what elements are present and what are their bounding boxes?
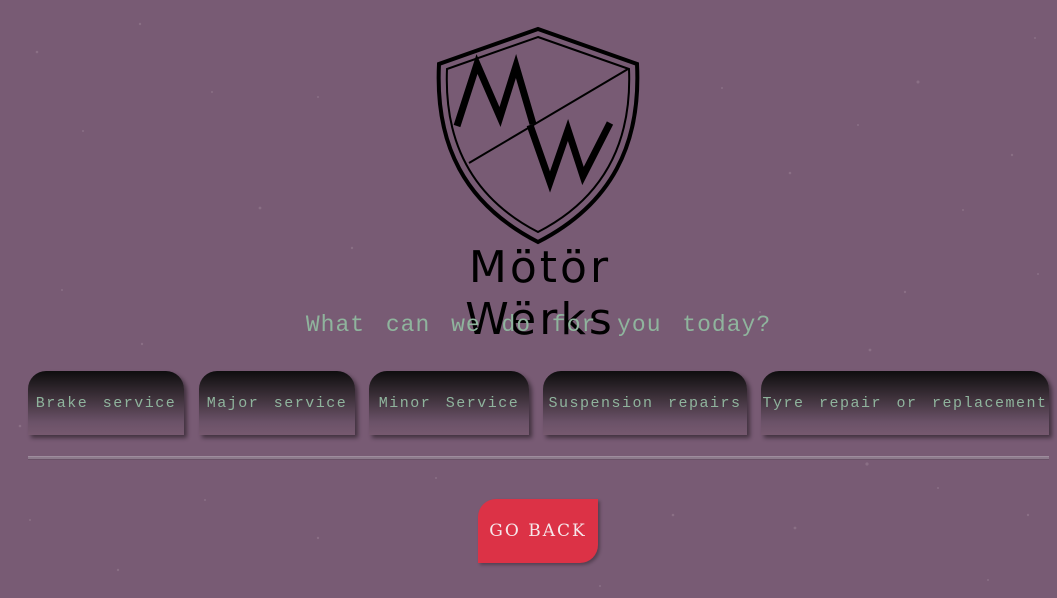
service-tyre-button[interactable]: Tyre repair or replacement — [761, 371, 1049, 435]
go-back-button[interactable]: GO BACK — [478, 499, 598, 563]
brand-logo: Mötör Wërks — [390, 24, 690, 345]
divider — [28, 456, 1049, 460]
service-suspension-button[interactable]: Suspension repairs — [543, 371, 747, 435]
service-major-button[interactable]: Major service — [199, 371, 355, 435]
shield-logo-icon — [436, 26, 640, 245]
page-heading: What can we do for you today? — [305, 312, 772, 338]
service-brake-button[interactable]: Brake service — [28, 371, 184, 435]
page: { "brand": { "name": "Mötör Wërks", "mon… — [0, 0, 1057, 598]
service-minor-button[interactable]: Minor Service — [369, 371, 529, 435]
